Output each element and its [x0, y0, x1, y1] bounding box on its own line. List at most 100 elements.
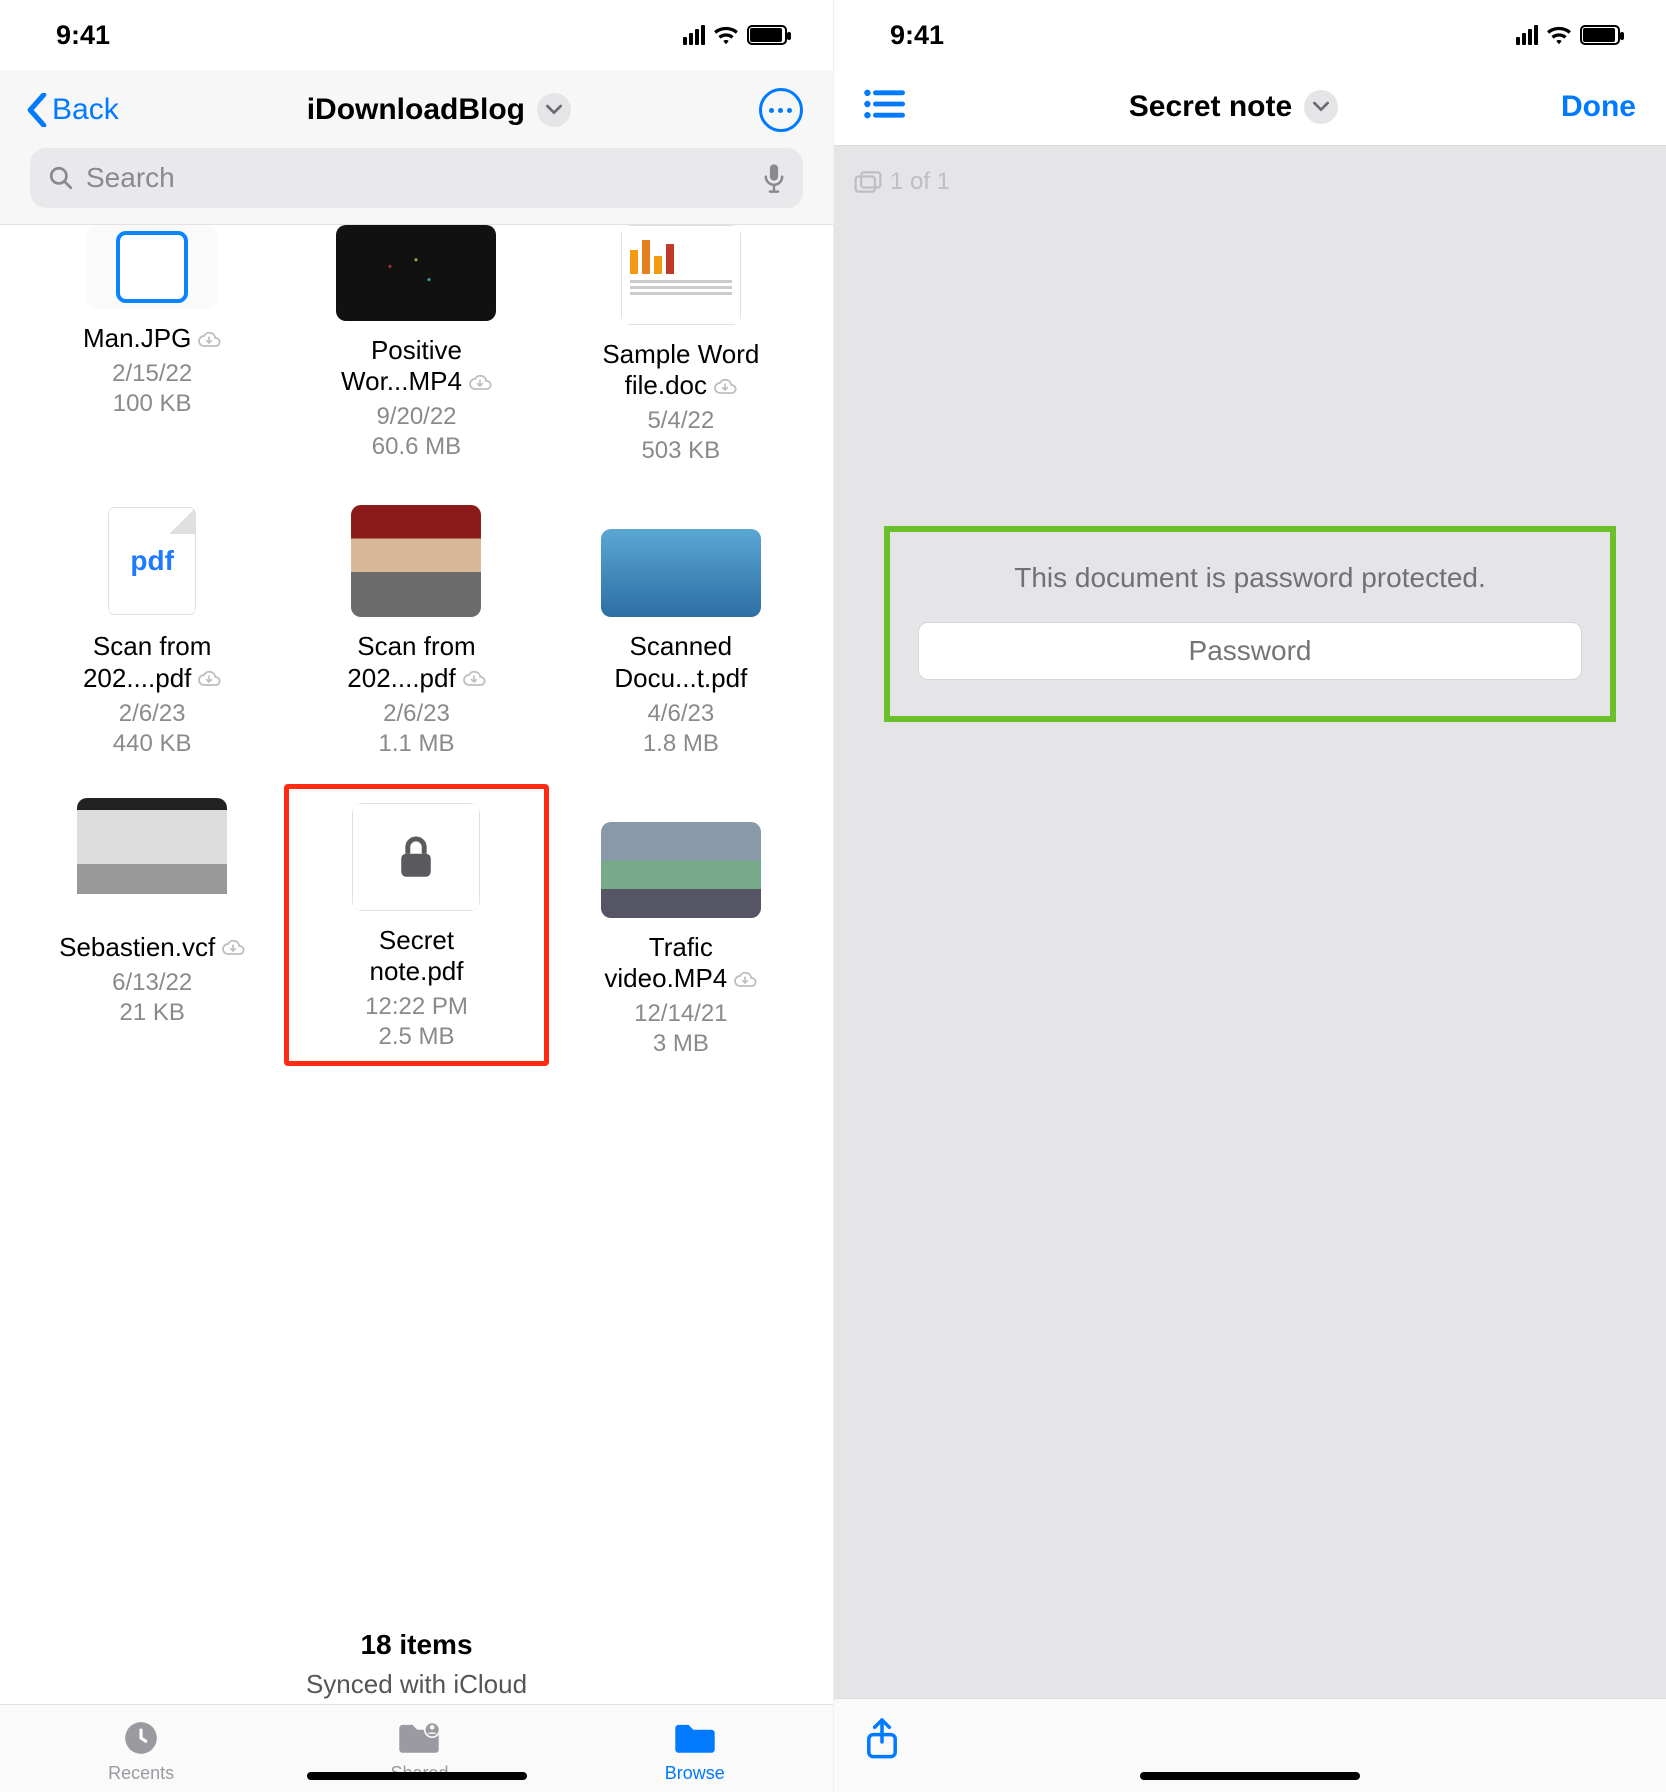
file-date: 6/13/22 [112, 969, 192, 997]
file-item[interactable]: Scan from 202....pdf 2/6/23 1.1 MB [284, 505, 548, 757]
done-button[interactable]: Done [1561, 90, 1636, 124]
files-app-screen: 9:41 Back iDownloadBlog Search [0, 0, 833, 1792]
file-item[interactable]: Trafic video.MP4 12/14/21 3 MB [549, 798, 813, 1066]
status-icons [683, 25, 787, 45]
tab-label: Recents [108, 1763, 174, 1784]
password-input[interactable] [918, 622, 1582, 680]
password-prompt: This document is password protected. [884, 526, 1616, 722]
file-date: 5/4/22 [647, 407, 714, 435]
file-date: 12/14/21 [634, 1000, 727, 1028]
shared-folder-icon [396, 1719, 442, 1757]
page-indicator: 1 of 1 [854, 168, 950, 196]
file-name: Secret [379, 925, 454, 956]
search-input[interactable]: Search [30, 148, 803, 208]
file-date: 2/15/22 [112, 360, 192, 388]
status-bar: 9:41 [834, 0, 1666, 70]
file-thumbnail [351, 505, 481, 617]
file-item[interactable]: pdf Scan from 202....pdf 2/6/23 440 KB [20, 505, 284, 757]
cloud-icon [221, 938, 245, 956]
clock-icon [118, 1719, 164, 1757]
document-viewer-screen: 9:41 Secret note Done 1 of 1 This docume… [833, 0, 1666, 1792]
doc-title: Secret note [1129, 90, 1292, 124]
back-button[interactable]: Back [26, 93, 119, 127]
file-item[interactable]: Positive Wor...MP4 9/20/22 60.6 MB [284, 235, 548, 465]
chevron-down-icon [1304, 90, 1338, 124]
chevron-down-icon [537, 93, 571, 127]
sync-status: Synced with iCloud [0, 1669, 833, 1700]
cloud-icon [197, 669, 221, 687]
cellular-icon [683, 25, 705, 45]
file-name: Positive [371, 335, 462, 366]
file-name: Sample Word [602, 339, 759, 370]
file-item[interactable]: Sample Word file.doc 5/4/22 503 KB [549, 235, 813, 465]
file-name-2: 202....pdf [83, 663, 221, 694]
file-thumbnail [601, 822, 761, 918]
items-count: 18 items [0, 1629, 833, 1661]
cellular-icon [1516, 25, 1538, 45]
file-name-2: file.doc [625, 370, 737, 401]
tab-recents[interactable]: Recents [108, 1719, 174, 1784]
file-date: 4/6/23 [647, 700, 714, 728]
list-toggle-button[interactable] [864, 88, 906, 125]
file-size: 2.5 MB [378, 1023, 454, 1051]
file-name-2: video.MP4 [604, 963, 757, 994]
cloud-icon [733, 970, 757, 988]
file-item[interactable]: Man.JPG 2/15/22 100 KB [20, 235, 284, 465]
file-size: 1.8 MB [643, 730, 719, 758]
file-thumbnail [77, 798, 227, 918]
file-date: 9/20/22 [376, 403, 456, 431]
footer-info: 18 items Synced with iCloud [0, 1617, 833, 1704]
file-date: 12:22 PM [365, 993, 468, 1021]
home-indicator[interactable] [307, 1772, 527, 1780]
file-size: 100 KB [113, 390, 192, 418]
doc-title-button[interactable]: Secret note [1129, 90, 1338, 124]
search-wrap: Search [0, 144, 833, 225]
file-name: Man.JPG [83, 323, 221, 354]
cloud-icon [468, 373, 492, 391]
microphone-icon[interactable] [763, 163, 785, 193]
pages-icon [854, 171, 882, 193]
file-grid: Man.JPG 2/15/22 100 KB Positive Wor...MP… [0, 225, 833, 1617]
back-label: Back [52, 93, 119, 127]
battery-icon [747, 25, 787, 45]
cloud-icon [462, 669, 486, 687]
file-thumbnail: pdf [108, 505, 196, 617]
file-name: Trafic [649, 932, 713, 963]
file-name: Sebastien.vcf [59, 932, 245, 963]
status-time: 9:41 [56, 20, 110, 51]
share-button[interactable] [864, 1717, 1636, 1766]
cloud-icon [713, 377, 737, 395]
tab-browse[interactable]: Browse [665, 1719, 725, 1784]
tab-label: Browse [665, 1763, 725, 1784]
file-thumbnail [601, 529, 761, 617]
file-date: 2/6/23 [383, 700, 450, 728]
file-name-2: Wor...MP4 [341, 366, 492, 397]
file-thumbnail [87, 225, 217, 309]
file-name-2: note.pdf [370, 956, 464, 987]
file-size: 440 KB [113, 730, 192, 758]
home-indicator[interactable] [1140, 1772, 1360, 1780]
file-name-2: Docu...t.pdf [614, 663, 747, 694]
cloud-icon [197, 330, 221, 348]
file-item[interactable]: Scanned Docu...t.pdf 4/6/23 1.8 MB [549, 505, 813, 757]
nav-bar: Back iDownloadBlog [0, 70, 833, 144]
file-item-highlighted[interactable]: Secret note.pdf 12:22 PM 2.5 MB [284, 784, 548, 1066]
lock-icon [396, 834, 436, 880]
file-item[interactable]: Sebastien.vcf 6/13/22 21 KB [20, 798, 284, 1066]
file-thumbnail [621, 225, 741, 325]
file-thumbnail [336, 225, 496, 321]
document-body: 1 of 1 This document is password protect… [834, 146, 1666, 1698]
chevron-left-icon [26, 93, 48, 127]
folder-title: iDownloadBlog [307, 93, 525, 127]
status-icons [1516, 25, 1620, 45]
more-menu-button[interactable] [759, 88, 803, 132]
search-icon [48, 165, 74, 191]
file-size: 503 KB [641, 437, 720, 465]
folder-icon [672, 1719, 718, 1757]
file-size: 60.6 MB [372, 433, 461, 461]
wifi-icon [1546, 25, 1572, 45]
folder-title-button[interactable]: iDownloadBlog [307, 93, 571, 127]
nav-bar: Secret note Done [834, 70, 1666, 146]
wifi-icon [713, 25, 739, 45]
protected-message: This document is password protected. [918, 562, 1582, 594]
